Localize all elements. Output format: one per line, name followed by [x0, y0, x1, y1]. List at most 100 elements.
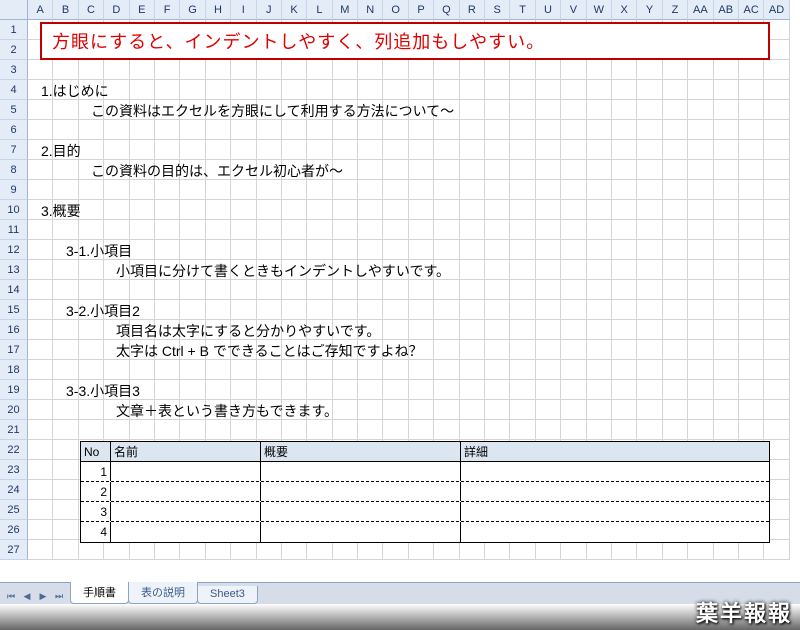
cell[interactable] [155, 180, 180, 200]
cell[interactable] [206, 100, 231, 120]
col-head-AB[interactable]: AB [714, 0, 739, 20]
cell[interactable] [130, 280, 155, 300]
cell[interactable] [460, 280, 485, 300]
cell[interactable] [358, 220, 383, 240]
cell[interactable] [434, 360, 459, 380]
cell[interactable] [307, 100, 332, 120]
cell[interactable] [53, 320, 78, 340]
cell[interactable] [587, 160, 612, 180]
cell[interactable] [282, 320, 307, 340]
cell[interactable] [282, 140, 307, 160]
cell[interactable] [714, 360, 739, 380]
cell[interactable] [663, 200, 688, 220]
cell[interactable] [510, 160, 535, 180]
cell[interactable] [460, 260, 485, 280]
cell[interactable] [510, 320, 535, 340]
cell[interactable] [409, 540, 434, 560]
cell[interactable] [104, 180, 129, 200]
cell[interactable] [663, 540, 688, 560]
cell[interactable] [739, 100, 764, 120]
cell[interactable] [180, 380, 205, 400]
cell[interactable] [79, 100, 104, 120]
cell[interactable] [460, 60, 485, 80]
cell[interactable] [231, 260, 256, 280]
cell[interactable] [637, 220, 662, 240]
col-head-K[interactable]: K [282, 0, 307, 20]
cell[interactable] [231, 300, 256, 320]
row-head-8[interactable]: 8 [0, 160, 28, 180]
cell[interactable] [460, 400, 485, 420]
cell[interactable] [130, 260, 155, 280]
cell[interactable] [333, 240, 358, 260]
cell[interactable] [739, 300, 764, 320]
cell[interactable] [180, 320, 205, 340]
cell[interactable] [383, 180, 408, 200]
cell[interactable] [739, 80, 764, 100]
cell[interactable] [587, 340, 612, 360]
cell[interactable] [688, 340, 713, 360]
cell[interactable] [663, 340, 688, 360]
cell[interactable] [637, 200, 662, 220]
cell[interactable] [739, 280, 764, 300]
cell[interactable] [485, 320, 510, 340]
cell[interactable] [28, 160, 53, 180]
cell[interactable] [688, 180, 713, 200]
cell[interactable] [206, 80, 231, 100]
cell[interactable] [663, 240, 688, 260]
cell[interactable] [688, 160, 713, 180]
cell[interactable] [257, 400, 282, 420]
cell[interactable] [104, 420, 129, 440]
cell[interactable] [231, 140, 256, 160]
cell[interactable] [688, 80, 713, 100]
cell[interactable] [180, 180, 205, 200]
cell[interactable] [561, 360, 586, 380]
cell[interactable] [612, 200, 637, 220]
cell[interactable] [130, 540, 155, 560]
cell[interactable] [231, 400, 256, 420]
cell[interactable] [764, 100, 789, 120]
cell[interactable] [180, 120, 205, 140]
cell[interactable] [307, 220, 332, 240]
cell[interactable] [536, 380, 561, 400]
cell[interactable] [282, 120, 307, 140]
cell[interactable] [714, 80, 739, 100]
cell[interactable] [434, 200, 459, 220]
cell[interactable] [206, 400, 231, 420]
row-head-5[interactable]: 5 [0, 100, 28, 120]
cell[interactable] [587, 180, 612, 200]
cell[interactable] [257, 80, 282, 100]
cell[interactable] [282, 60, 307, 80]
col-head-Y[interactable]: Y [637, 0, 662, 20]
cell[interactable] [28, 540, 53, 560]
row-head-18[interactable]: 18 [0, 360, 28, 380]
row-head-21[interactable]: 21 [0, 420, 28, 440]
cell[interactable] [383, 360, 408, 380]
cell[interactable] [307, 140, 332, 160]
cell[interactable] [536, 100, 561, 120]
cell[interactable] [688, 140, 713, 160]
cell[interactable] [510, 240, 535, 260]
cell[interactable] [460, 320, 485, 340]
cell[interactable] [206, 140, 231, 160]
cell[interactable] [764, 80, 789, 100]
row-head-9[interactable]: 9 [0, 180, 28, 200]
cell[interactable] [460, 120, 485, 140]
cell[interactable] [485, 540, 510, 560]
cell[interactable] [764, 340, 789, 360]
cell[interactable] [688, 60, 713, 80]
cell[interactable] [79, 300, 104, 320]
cell[interactable] [764, 320, 789, 340]
cell[interactable] [333, 140, 358, 160]
row-head-23[interactable]: 23 [0, 460, 28, 480]
cell[interactable] [53, 480, 78, 500]
cell[interactable] [104, 120, 129, 140]
cell[interactable] [612, 260, 637, 280]
row-head-14[interactable]: 14 [0, 280, 28, 300]
cell[interactable] [460, 200, 485, 220]
cell[interactable] [282, 420, 307, 440]
cell[interactable] [282, 220, 307, 240]
row-head-22[interactable]: 22 [0, 440, 28, 460]
cell[interactable] [79, 540, 104, 560]
cell[interactable] [28, 180, 53, 200]
cell[interactable] [206, 120, 231, 140]
